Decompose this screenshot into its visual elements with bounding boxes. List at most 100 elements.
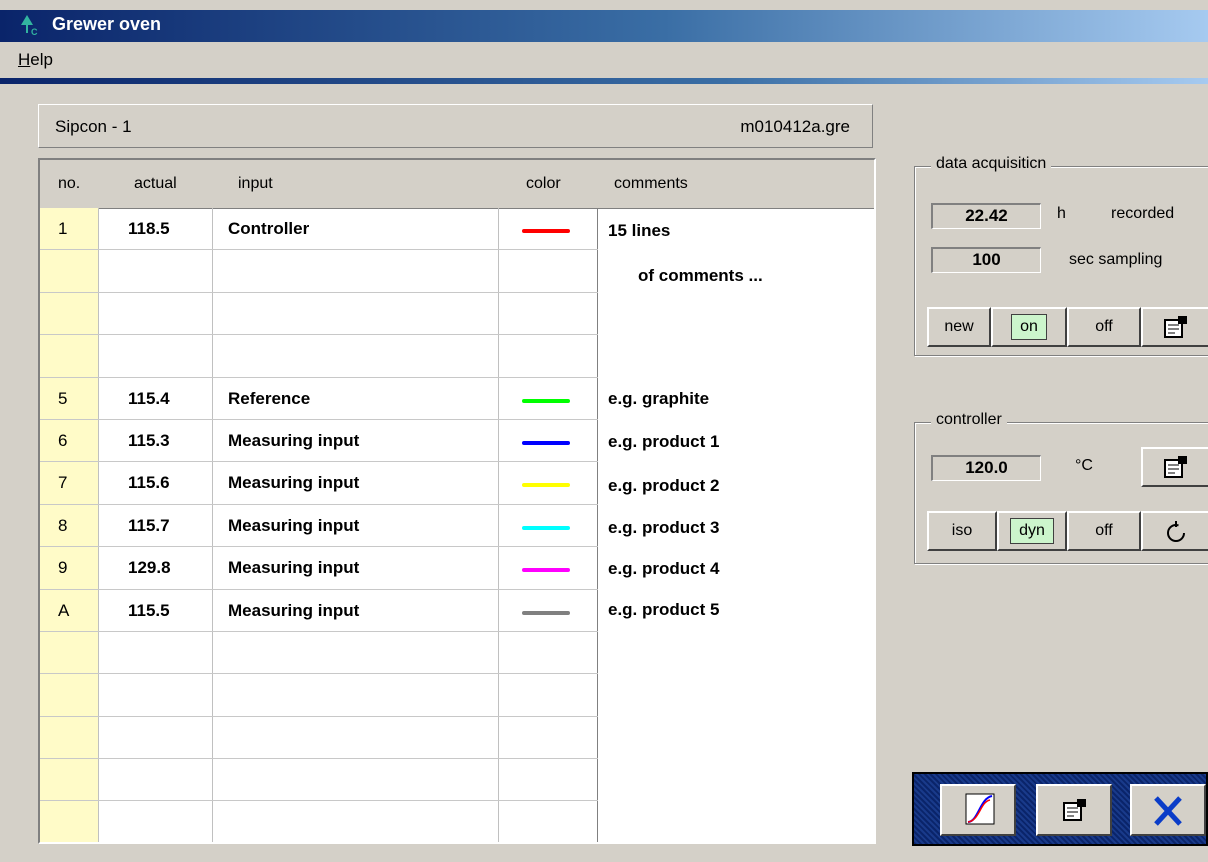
table-header: no. actual input color comments bbox=[40, 160, 874, 209]
off-button[interactable]: off bbox=[1067, 307, 1141, 347]
menu-help-accelerator: H bbox=[18, 50, 31, 69]
sampling-label: sec sampling bbox=[1069, 251, 1163, 268]
iso-label: iso bbox=[951, 522, 973, 539]
comment-row-6: e.g. product 1 bbox=[608, 432, 720, 451]
table-row[interactable] bbox=[40, 293, 598, 336]
window-title: Grewer oven bbox=[52, 14, 162, 34]
comment-row-5: e.g. graphite bbox=[608, 389, 710, 408]
table-row[interactable]: 6 115.3 Measuring input bbox=[40, 420, 598, 463]
row-input-name: Measuring input bbox=[228, 430, 360, 450]
graph-button[interactable] bbox=[940, 784, 1016, 836]
info-bar: Sipcon - 1 m010412a.gre bbox=[38, 104, 873, 148]
temperature-field[interactable]: 120.0 bbox=[931, 455, 1041, 481]
graph-chart-icon bbox=[965, 793, 995, 825]
data-acquisition-group: data acquisiticn 22.42 h recorded 100 se… bbox=[914, 155, 1208, 356]
toolbar-properties-button[interactable] bbox=[1036, 784, 1112, 836]
controller-legend: controller bbox=[931, 411, 1007, 429]
row-input-name: Reference bbox=[228, 388, 311, 408]
svg-text:C: C bbox=[31, 27, 38, 37]
color-swatch[interactable] bbox=[522, 525, 570, 530]
comment-line-2: of comments ... bbox=[638, 266, 763, 285]
table-row[interactable] bbox=[40, 335, 598, 378]
controller-off-label: off bbox=[1095, 522, 1113, 539]
new-label: new bbox=[944, 318, 974, 335]
table-row[interactable] bbox=[40, 717, 598, 760]
header-input: input bbox=[238, 175, 273, 192]
row-input-name: Measuring input bbox=[228, 515, 360, 535]
color-swatch[interactable] bbox=[522, 568, 570, 573]
controller-properties-button[interactable] bbox=[1141, 447, 1208, 487]
channel-table: no. actual input color comments 1 118.5 Co… bbox=[38, 158, 876, 844]
color-swatch[interactable] bbox=[522, 398, 570, 403]
table-row[interactable]: 5 115.4 Reference bbox=[40, 378, 598, 420]
reset-button[interactable] bbox=[1141, 511, 1208, 551]
color-swatch[interactable] bbox=[522, 483, 570, 488]
color-swatch[interactable] bbox=[522, 440, 570, 445]
device-name: Sipcon - 1 bbox=[55, 117, 132, 136]
temperature-unit: °C bbox=[1075, 457, 1093, 474]
close-button[interactable] bbox=[1130, 784, 1206, 836]
acquisition-properties-button[interactable] bbox=[1141, 307, 1208, 347]
table-row[interactable] bbox=[40, 759, 598, 802]
row-number: 6 bbox=[58, 430, 68, 450]
sampling-field[interactable]: 100 bbox=[931, 247, 1041, 273]
row-number: 9 bbox=[58, 558, 68, 578]
comments-area[interactable]: 15 lines of comments ... e.g. graphite e… bbox=[598, 208, 874, 842]
controller-group: controller 120.0 °C iso dyn off bbox=[914, 411, 1208, 564]
menu-separator bbox=[0, 78, 1208, 84]
properties-icon bbox=[1164, 316, 1187, 338]
properties-icon bbox=[1063, 799, 1086, 821]
row-actual-value: 118.5 bbox=[128, 219, 170, 238]
row-input-name: Measuring input bbox=[228, 558, 360, 578]
row-input-name: Controller bbox=[228, 219, 310, 238]
data-acquisition-legend: data acquisiticn bbox=[931, 155, 1052, 173]
table-row[interactable] bbox=[40, 250, 598, 293]
dyn-button[interactable]: dyn bbox=[997, 511, 1067, 551]
row-number: 1 bbox=[58, 219, 68, 238]
row-number: A bbox=[58, 600, 70, 620]
on-button[interactable]: on bbox=[991, 307, 1067, 347]
color-swatch[interactable] bbox=[522, 229, 570, 233]
table-row[interactable]: 8 115.7 Measuring input bbox=[40, 505, 598, 548]
row-actual-value: 115.4 bbox=[128, 388, 170, 408]
row-actual-value: 115.5 bbox=[128, 600, 170, 620]
new-button[interactable]: new bbox=[927, 307, 991, 347]
comment-line-1: 15 lines bbox=[608, 221, 671, 240]
row-number: 5 bbox=[58, 388, 68, 408]
row-number: 7 bbox=[58, 473, 68, 493]
recorded-field: 22.42 bbox=[931, 203, 1041, 229]
table-row[interactable]: 1 118.5 Controller bbox=[40, 208, 598, 251]
table-row[interactable]: A 115.5 Measuring input bbox=[40, 590, 598, 632]
controller-off-button[interactable]: off bbox=[1067, 511, 1141, 551]
table-row[interactable] bbox=[40, 674, 598, 717]
comment-row-a: e.g. product 5 bbox=[608, 600, 720, 619]
off-label: off bbox=[1095, 318, 1113, 335]
iso-button[interactable]: iso bbox=[927, 511, 997, 551]
file-name: m010412a.gre bbox=[740, 117, 850, 136]
row-actual-value: 115.3 bbox=[128, 430, 170, 450]
dyn-label: dyn bbox=[1010, 518, 1054, 544]
menu-help[interactable]: Help bbox=[18, 50, 53, 70]
header-no: no. bbox=[58, 175, 81, 192]
row-actual-value: 115.6 bbox=[128, 473, 170, 493]
close-x-icon bbox=[1154, 796, 1182, 826]
table-row[interactable]: 9 129.8 Measuring input bbox=[40, 547, 598, 590]
app-window: C Grewer oven Help Sipcon - 1 m010412a.g… bbox=[0, 0, 1208, 862]
row-actual-value: 115.7 bbox=[128, 515, 170, 535]
color-swatch[interactable] bbox=[522, 610, 570, 615]
row-input-name: Measuring input bbox=[228, 600, 360, 620]
table-row[interactable]: 7 115.6 Measuring input bbox=[40, 462, 598, 505]
header-comments: comments bbox=[614, 175, 688, 192]
bottom-toolbar bbox=[912, 772, 1208, 846]
row-number: 8 bbox=[58, 515, 68, 535]
menu-bar: Help bbox=[0, 42, 1208, 78]
recorded-unit: h bbox=[1057, 205, 1066, 222]
table-row[interactable] bbox=[40, 632, 598, 675]
title-bar[interactable]: C Grewer oven bbox=[0, 10, 1208, 42]
row-actual-value: 129.8 bbox=[128, 558, 171, 578]
table-row[interactable] bbox=[40, 801, 598, 842]
comment-row-9: e.g. product 4 bbox=[608, 559, 720, 578]
header-actual: actual bbox=[134, 175, 177, 192]
grewer-app-icon: C bbox=[21, 15, 38, 37]
properties-icon bbox=[1164, 456, 1187, 478]
